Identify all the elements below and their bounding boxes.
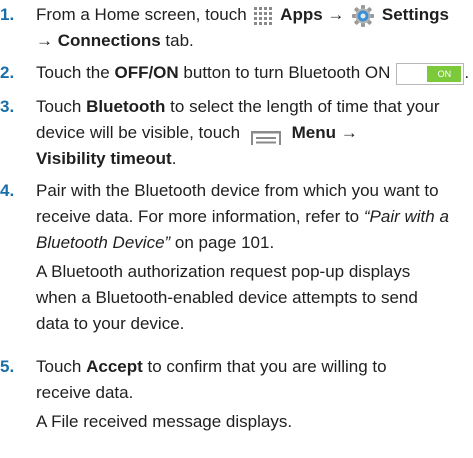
step-line: → Connections tab. [36,28,467,54]
gear-icon [352,4,375,27]
menu-label: Menu [291,123,336,142]
step-text: Touch [36,97,82,116]
step-number: 2. [0,63,15,82]
step-text: Pair with the Bluetooth device from whic… [36,181,439,200]
arrow-symbol: → [327,5,345,24]
cross-reference: “Pair with a [363,207,449,226]
step-line: Touch the OFF/ON button to turn Bluetoot… [36,60,470,86]
arrow-symbol: → [36,31,53,50]
step-line: Bluetooth Device” on page 101. [36,230,467,256]
bluetooth-toggle-icon: ON [396,62,465,85]
off-on-button-label: OFF/ON [114,63,179,82]
note-line: when a Bluetooth-enabled device attempts… [36,288,418,307]
connections-tab-label: Connections [57,31,161,50]
visibility-timeout-label: Visibility timeout [36,149,172,168]
step-text: button to turn Bluetooth ON [183,63,391,82]
step-text: Touch [36,357,82,376]
step-body: Pair with the Bluetooth device from whic… [36,178,467,337]
step-note: A File received message displays. [36,409,467,435]
step-number: 5. [0,357,15,376]
step-text: . [171,149,177,168]
step-line: Visibility timeout. [36,146,467,172]
step-line: Touch Accept to confirm that you are wil… [36,354,467,380]
step-number: 3. [0,97,15,116]
note-line: A Bluetooth authorization request pop-up… [36,262,411,281]
step-text: to select the length of time that your [170,97,440,116]
step-line: Touch Bluetooth to select the length of … [36,94,467,120]
step-text: Touch the [36,63,110,82]
step-text: to confirm that you are willing to [147,357,387,376]
step-body: Touch the OFF/ON button to turn Bluetoot… [36,60,470,86]
step-line: receive data. For more information, refe… [36,204,467,230]
menu-icon [250,127,281,145]
settings-label: Settings [381,5,449,24]
step-line: From a Home screen, touch Apps → Setting… [36,2,467,28]
step-number: 1. [0,5,15,24]
bluetooth-label: Bluetooth [86,97,166,116]
step-text: on page 101. [174,233,275,252]
step-text: tab. [165,31,194,50]
step-body: Touch Bluetooth to select the length of … [36,94,467,172]
step-text: receive data. For more information, refe… [36,207,360,226]
cross-reference: Bluetooth Device” [36,233,171,252]
note-line: data to your device. [36,314,185,333]
instructions-page: 1. From a Home screen, touch Apps → Sett… [0,0,473,458]
step-line: Pair with the Bluetooth device from whic… [36,178,467,204]
step-text: receive data. [36,383,134,402]
step-body: From a Home screen, touch Apps → Setting… [36,2,467,54]
step-line: receive data. [36,380,467,406]
note-line: A File received message displays. [36,412,293,431]
step-text: From a Home screen, touch [36,5,247,24]
toggle-on-label: ON [427,65,462,82]
step-body: Touch Accept to confirm that you are wil… [36,354,467,435]
apps-label: Apps [280,5,323,24]
arrow-symbol: → [340,123,358,142]
step-note: A Bluetooth authorization request pop-up… [36,259,467,337]
apps-icon [254,6,273,25]
step-text: device will be visible, touch [36,123,241,142]
step-text: . [464,63,470,82]
step-line: device will be visible, touch Menu → [36,120,467,146]
step-number: 4. [0,181,15,200]
accept-label: Accept [86,357,143,376]
